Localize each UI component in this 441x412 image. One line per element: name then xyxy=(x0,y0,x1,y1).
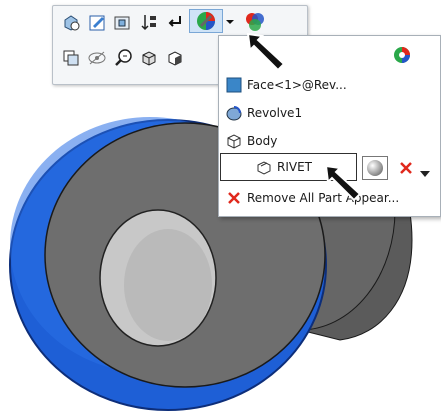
edit-sketch-icon[interactable] xyxy=(85,10,109,34)
selection-filter-icon[interactable] xyxy=(59,46,83,70)
menu-item-face[interactable]: Face<1>@Rev... xyxy=(225,73,347,97)
face-icon xyxy=(225,76,243,94)
remove-x-icon[interactable] xyxy=(399,160,413,179)
pointer-arrow-icon xyxy=(324,164,362,202)
menu-item-label: Revolve1 xyxy=(247,106,303,120)
dropdown-arrow-icon[interactable] xyxy=(419,163,431,182)
remove-x-icon xyxy=(225,189,243,207)
menu-item-label: Body xyxy=(247,134,278,148)
body-icon xyxy=(225,132,243,150)
hub-shade xyxy=(124,229,212,341)
dropdown-arrow-icon[interactable] xyxy=(223,10,237,34)
sort-icon[interactable] xyxy=(137,10,161,34)
menu-item-revolve[interactable]: Revolve1 xyxy=(225,101,302,125)
hide-icon[interactable] xyxy=(85,46,109,70)
pointer-arrow-icon xyxy=(246,32,286,72)
menu-item-remove-all[interactable]: Remove All Part Appear... xyxy=(225,186,399,210)
revolve-icon xyxy=(225,104,243,122)
display-style-icon[interactable] xyxy=(137,46,161,70)
color-wheel-icon[interactable] xyxy=(393,46,411,68)
edit-feature-icon[interactable] xyxy=(111,10,135,34)
return-icon[interactable] xyxy=(163,10,187,34)
menu-item-rivet[interactable]: RIVET xyxy=(255,155,312,179)
zoom-to-fit-icon[interactable] xyxy=(111,46,135,70)
menu-item-label: RIVET xyxy=(277,160,312,174)
menu-item-label: Face<1>@Rev... xyxy=(247,78,347,92)
appearance-icon[interactable] xyxy=(189,9,223,33)
part-icon xyxy=(255,158,273,176)
view-orientation-icon[interactable] xyxy=(163,46,187,70)
zoom-to-selection-icon[interactable] xyxy=(59,10,83,34)
menu-item-body[interactable]: Body xyxy=(225,129,277,153)
